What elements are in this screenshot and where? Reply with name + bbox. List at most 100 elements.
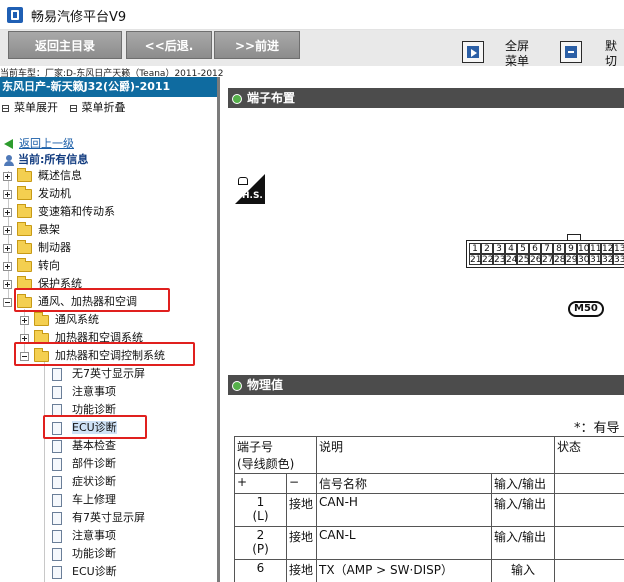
signal-cell: CAN-H bbox=[316, 493, 492, 527]
expand-plus-icon[interactable] bbox=[20, 315, 29, 325]
connector-pin: 26 bbox=[529, 254, 542, 265]
terminal-number: 1 bbox=[256, 495, 265, 509]
tree-leaf-precautions-2[interactable]: 注意事项 bbox=[52, 527, 116, 545]
connector-pin: 21 bbox=[469, 254, 482, 265]
tree-item-engine[interactable]: 发动机 bbox=[3, 185, 71, 203]
table-subheader-row: + − 信号名称 输入/输出 bbox=[234, 473, 624, 494]
signal-cell: TX（AMP > SW·DISP） bbox=[316, 559, 492, 582]
hs-label: H.S. bbox=[242, 191, 263, 201]
default-view-label[interactable]: 默 切 bbox=[605, 39, 617, 69]
connector-pin: 31 bbox=[589, 254, 602, 265]
tree-leaf-label: 无7英寸显示屏 bbox=[72, 367, 145, 380]
terminal-cell: 2 (P) bbox=[234, 526, 287, 560]
tree-leaf-component-diagnosis[interactable]: 部件诊断 bbox=[52, 455, 116, 473]
user-icon bbox=[4, 154, 14, 166]
terminal-number: 2 bbox=[256, 528, 265, 542]
connector-pin: 28 bbox=[553, 254, 566, 265]
terminal-number: 6 bbox=[256, 561, 265, 575]
arrow-left-icon bbox=[4, 139, 13, 149]
tree-item-ventilation[interactable]: 通风系统 bbox=[20, 311, 99, 329]
status-cell bbox=[554, 559, 624, 582]
table-header-row: 端子号 (导线颜色) 说明 状态 bbox=[234, 436, 624, 474]
expand-plus-icon[interactable] bbox=[3, 225, 12, 235]
tree-item-label: 制动器 bbox=[38, 241, 71, 254]
default-label-line2: 切 bbox=[605, 54, 618, 68]
expand-plus-icon[interactable] bbox=[3, 261, 12, 271]
io-cell: 输入 bbox=[490, 559, 556, 582]
collapse-minus-icon[interactable] bbox=[3, 297, 12, 307]
back-button[interactable]: <<后退. bbox=[126, 31, 212, 59]
document-icon bbox=[52, 475, 62, 489]
status-header: 状态 bbox=[554, 436, 624, 474]
signal-cell: CAN-L bbox=[316, 526, 492, 560]
connector-pin: 4 bbox=[505, 243, 517, 254]
tree-leaf-function-diagnosis-2[interactable]: 功能诊断 bbox=[52, 545, 116, 563]
tree-item-steering[interactable]: 转向 bbox=[3, 257, 60, 275]
folder-icon bbox=[17, 257, 32, 272]
menu-collapse-button[interactable]: 菜单折叠 bbox=[69, 99, 126, 115]
document-icon bbox=[52, 457, 62, 471]
tree-leaf-onvehicle-repair[interactable]: 车上修理 bbox=[52, 491, 116, 509]
table-note: *：有导 bbox=[574, 421, 620, 436]
tree-guide-line bbox=[44, 361, 45, 582]
toolbar: 返回主目录 <<后退. >>前进 全屏 菜单 默 切 bbox=[0, 30, 624, 69]
expand-plus-icon[interactable] bbox=[3, 207, 12, 217]
home-button[interactable]: 返回主目录 bbox=[8, 31, 122, 59]
connector-pin: 7 bbox=[541, 243, 553, 254]
app-logo-icon bbox=[7, 7, 23, 23]
default-view-icon[interactable] bbox=[560, 41, 582, 63]
tree-leaf-no-7inch[interactable]: 无7英寸显示屏 bbox=[52, 365, 145, 383]
tree-item-label: 悬架 bbox=[38, 223, 60, 236]
tree-leaf-label: ECU诊断 bbox=[72, 565, 117, 578]
minus-header: − bbox=[286, 473, 317, 494]
tree-leaf-label: 症状诊断 bbox=[72, 475, 116, 488]
connector-pin: 5 bbox=[517, 243, 529, 254]
terminal-wire-color: (L) bbox=[252, 509, 269, 523]
tree-leaf-basic-inspection[interactable]: 基本检查 bbox=[52, 437, 116, 455]
folder-icon bbox=[17, 239, 32, 254]
connector-pin: 2 bbox=[481, 243, 493, 254]
back-up-label: 返回上一级 bbox=[19, 137, 74, 150]
tree-leaf-ecu-diagnosis-2[interactable]: ECU诊断 bbox=[52, 563, 117, 581]
hs-connector-badge: H.S. bbox=[235, 174, 265, 204]
tree-item-overview[interactable]: 概述信息 bbox=[3, 167, 82, 185]
menu-expand-button[interactable]: 菜单展开 bbox=[2, 99, 58, 115]
tree-item-transmission[interactable]: 变速箱和传动系 bbox=[3, 203, 115, 221]
tree-leaf-with-7inch[interactable]: 有7英寸显示屏 bbox=[52, 509, 145, 527]
table-row: 1 (L) 接地 CAN-H 输入/输出 bbox=[234, 493, 624, 527]
status-subheader bbox=[554, 473, 624, 494]
current-node-label: 当前:所有信息 bbox=[18, 153, 89, 166]
connector-pin: 32 bbox=[601, 254, 614, 265]
section-header-terminal-layout: 端子布置 bbox=[228, 88, 624, 108]
expand-plus-icon[interactable] bbox=[3, 189, 12, 199]
section-bullet-icon bbox=[232, 93, 242, 104]
connector-pin: 9 bbox=[565, 243, 577, 254]
fullscreen-icon[interactable] bbox=[462, 41, 484, 63]
car-icon bbox=[238, 177, 248, 185]
expand-plus-icon[interactable] bbox=[3, 171, 12, 181]
signal-header: 信号名称 bbox=[316, 473, 492, 494]
tree-leaf-label: 车上修理 bbox=[72, 493, 116, 506]
connector-pin: 13 bbox=[613, 243, 624, 254]
fullscreen-label[interactable]: 全屏 菜单 bbox=[505, 39, 529, 69]
tree-leaf-symptom-diagnosis[interactable]: 症状诊断 bbox=[52, 473, 116, 491]
tree-item-suspension[interactable]: 悬架 bbox=[3, 221, 60, 239]
connector-pin: 29 bbox=[565, 254, 578, 265]
table-row: 6 接地 TX（AMP > SW·DISP） 输入 bbox=[234, 559, 624, 582]
expand-plus-icon[interactable] bbox=[3, 279, 12, 289]
minus-cell: 接地 bbox=[286, 526, 317, 560]
terminal-cell: 1 (L) bbox=[234, 493, 287, 527]
tree-leaf-label: 注意事项 bbox=[72, 529, 116, 542]
forward-button[interactable]: >>前进 bbox=[214, 31, 300, 59]
tree-item-brakes[interactable]: 制动器 bbox=[3, 239, 71, 257]
io-cell: 输入/输出 bbox=[490, 493, 556, 527]
expand-plus-icon[interactable] bbox=[3, 243, 12, 253]
highlight-box-hvac bbox=[14, 288, 170, 312]
document-icon bbox=[52, 529, 62, 543]
section-bullet-icon bbox=[232, 380, 242, 391]
connector-code: M50 bbox=[568, 301, 604, 317]
back-up-link[interactable]: 返回上一级 bbox=[4, 135, 74, 151]
tree-leaf-precautions[interactable]: 注意事项 bbox=[52, 383, 116, 401]
document-icon bbox=[52, 565, 62, 579]
status-cell bbox=[554, 493, 624, 527]
